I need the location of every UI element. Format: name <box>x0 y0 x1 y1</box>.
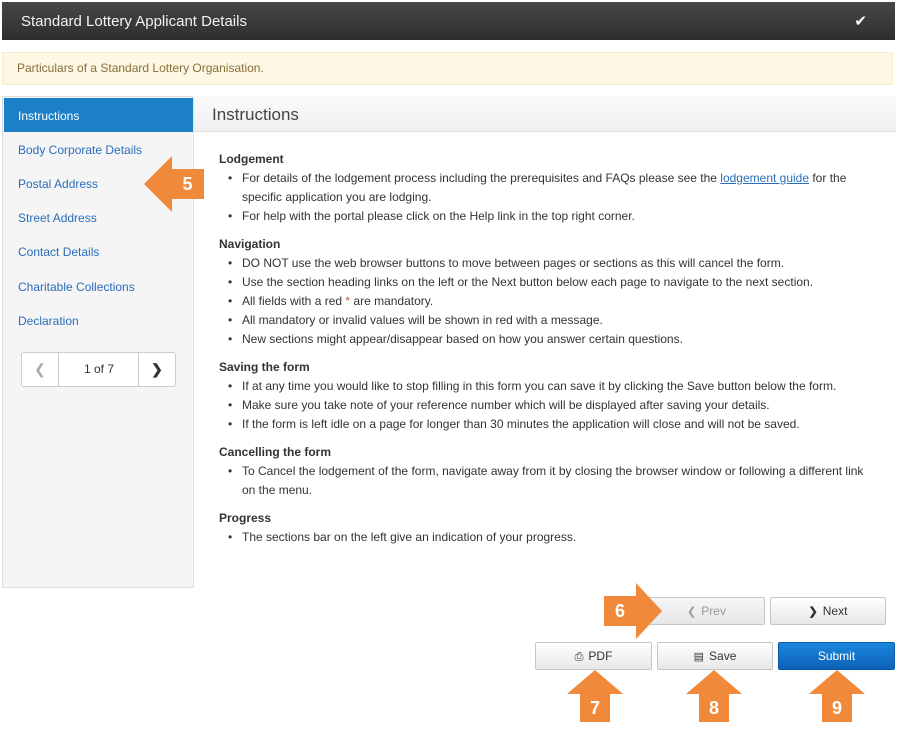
check-icon: ✔ <box>854 13 867 30</box>
list-item: All mandatory or invalid values will be … <box>228 311 879 330</box>
list-item: Use the section heading links on the lef… <box>228 273 879 292</box>
instructions-panel: Instructions Lodgement For details of th… <box>193 96 896 588</box>
save-label: Save <box>709 649 737 663</box>
list-item: If at any time you would like to stop fi… <box>228 377 879 396</box>
panel-title: Instructions <box>212 105 299 124</box>
callout-9: 9 <box>822 694 852 722</box>
info-alert: Particulars of a Standard Lottery Organi… <box>2 52 893 85</box>
sidebar-item-label: Postal Address <box>18 177 99 191</box>
sidebar-item-label: Contact Details <box>18 245 100 259</box>
save-button[interactable]: ▤ Save <box>657 642 773 670</box>
navigation-list: DO NOT use the web browser buttons to mo… <box>219 254 879 349</box>
chevron-right-icon: ❯ <box>808 606 818 618</box>
list-item: Make sure you take note of your referenc… <box>228 396 879 415</box>
section-heading-progress: Progress <box>219 511 272 525</box>
chevron-left-icon: ❮ <box>687 606 697 618</box>
callout-7: 7 <box>580 694 610 722</box>
callout-7-arrowhead <box>567 670 623 694</box>
sidebar-item-instructions[interactable]: Instructions <box>4 98 193 132</box>
section-heading-saving: Saving the form <box>219 360 310 374</box>
submit-label: Submit <box>817 649 856 663</box>
callout-5: 5 <box>171 169 204 199</box>
callout-8: 8 <box>699 694 729 722</box>
saving-list: If at any time you would like to stop fi… <box>219 377 879 434</box>
list-item: To Cancel the lodgement of the form, nav… <box>228 462 879 500</box>
list-item: All fields with a red * are mandatory. <box>228 292 879 311</box>
sidebar-item-charitable-collections[interactable]: Charitable Collections <box>4 269 193 303</box>
pager-next-button[interactable]: ❯ <box>138 353 175 386</box>
callout-8-arrowhead <box>686 670 742 694</box>
list-item: DO NOT use the web browser buttons to mo… <box>228 254 879 273</box>
list-item: New sections might appear/disappear base… <box>228 330 879 349</box>
sidebar-item-label: Declaration <box>18 314 79 328</box>
list-item: If the form is left idle on a page for l… <box>228 415 879 434</box>
sidebar-item-declaration[interactable]: Declaration <box>4 303 193 337</box>
callout-6-arrowhead <box>636 583 662 639</box>
page-title: Standard Lottery Applicant Details <box>21 13 247 30</box>
alert-text: Particulars of a Standard Lottery Organi… <box>17 61 264 75</box>
print-icon: ⎙ <box>574 651 584 663</box>
pdf-button[interactable]: ⎙ PDF <box>535 642 652 670</box>
cancelling-list: To Cancel the lodgement of the form, nav… <box>219 462 879 500</box>
list-text: All fields with a red <box>242 294 346 308</box>
panel-header: Instructions <box>194 96 896 132</box>
chevron-left-icon: ❮ <box>34 361 46 377</box>
callout-6: 6 <box>604 596 636 626</box>
next-label: Next <box>822 604 848 618</box>
next-button[interactable]: ❯ Next <box>770 597 886 625</box>
chevron-right-icon: ❯ <box>151 361 163 377</box>
lodgement-list: For details of the lodgement process inc… <box>219 169 879 226</box>
section-heading-lodgement: Lodgement <box>219 152 284 166</box>
list-item: For details of the lodgement process inc… <box>228 169 879 207</box>
pager-prev-button[interactable]: ❮ <box>22 353 59 386</box>
section-pager: ❮ 1 of 7 ❯ <box>21 352 176 387</box>
sidebar-item-label: Street Address <box>18 211 97 225</box>
sidebar-item-label: Charitable Collections <box>18 280 135 294</box>
pdf-label: PDF <box>588 649 613 663</box>
sidebar-item-label: Instructions <box>18 109 80 123</box>
lodgement-guide-link[interactable]: lodgement guide <box>720 171 809 185</box>
callout-5-arrowhead <box>144 156 172 212</box>
title-bar: Standard Lottery Applicant Details ✔ <box>2 2 895 40</box>
pager-info: 1 of 7 <box>83 362 115 376</box>
save-icon: ▤ <box>693 651 705 663</box>
instructions-content: Lodgement For details of the lodgement p… <box>219 150 879 547</box>
section-heading-cancelling: Cancelling the form <box>219 445 332 459</box>
sidebar-item-label: Body Corporate Details <box>18 143 143 157</box>
sidebar-item-contact-details[interactable]: Contact Details <box>4 234 193 268</box>
prev-button[interactable]: ❮ Prev <box>648 597 765 625</box>
list-item: For help with the portal please click on… <box>228 207 879 226</box>
prev-label: Prev <box>701 604 726 618</box>
list-text: are mandatory. <box>350 294 434 308</box>
progress-list: The sections bar on the left give an ind… <box>219 528 879 547</box>
callout-9-arrowhead <box>809 670 865 694</box>
app-window: Standard Lottery Applicant Details ✔ Par… <box>0 0 904 752</box>
section-heading-navigation: Navigation <box>219 237 281 251</box>
list-item: The sections bar on the left give an ind… <box>228 528 879 547</box>
list-text: For details of the lodgement process inc… <box>242 171 721 185</box>
submit-button[interactable]: Submit <box>778 642 895 670</box>
